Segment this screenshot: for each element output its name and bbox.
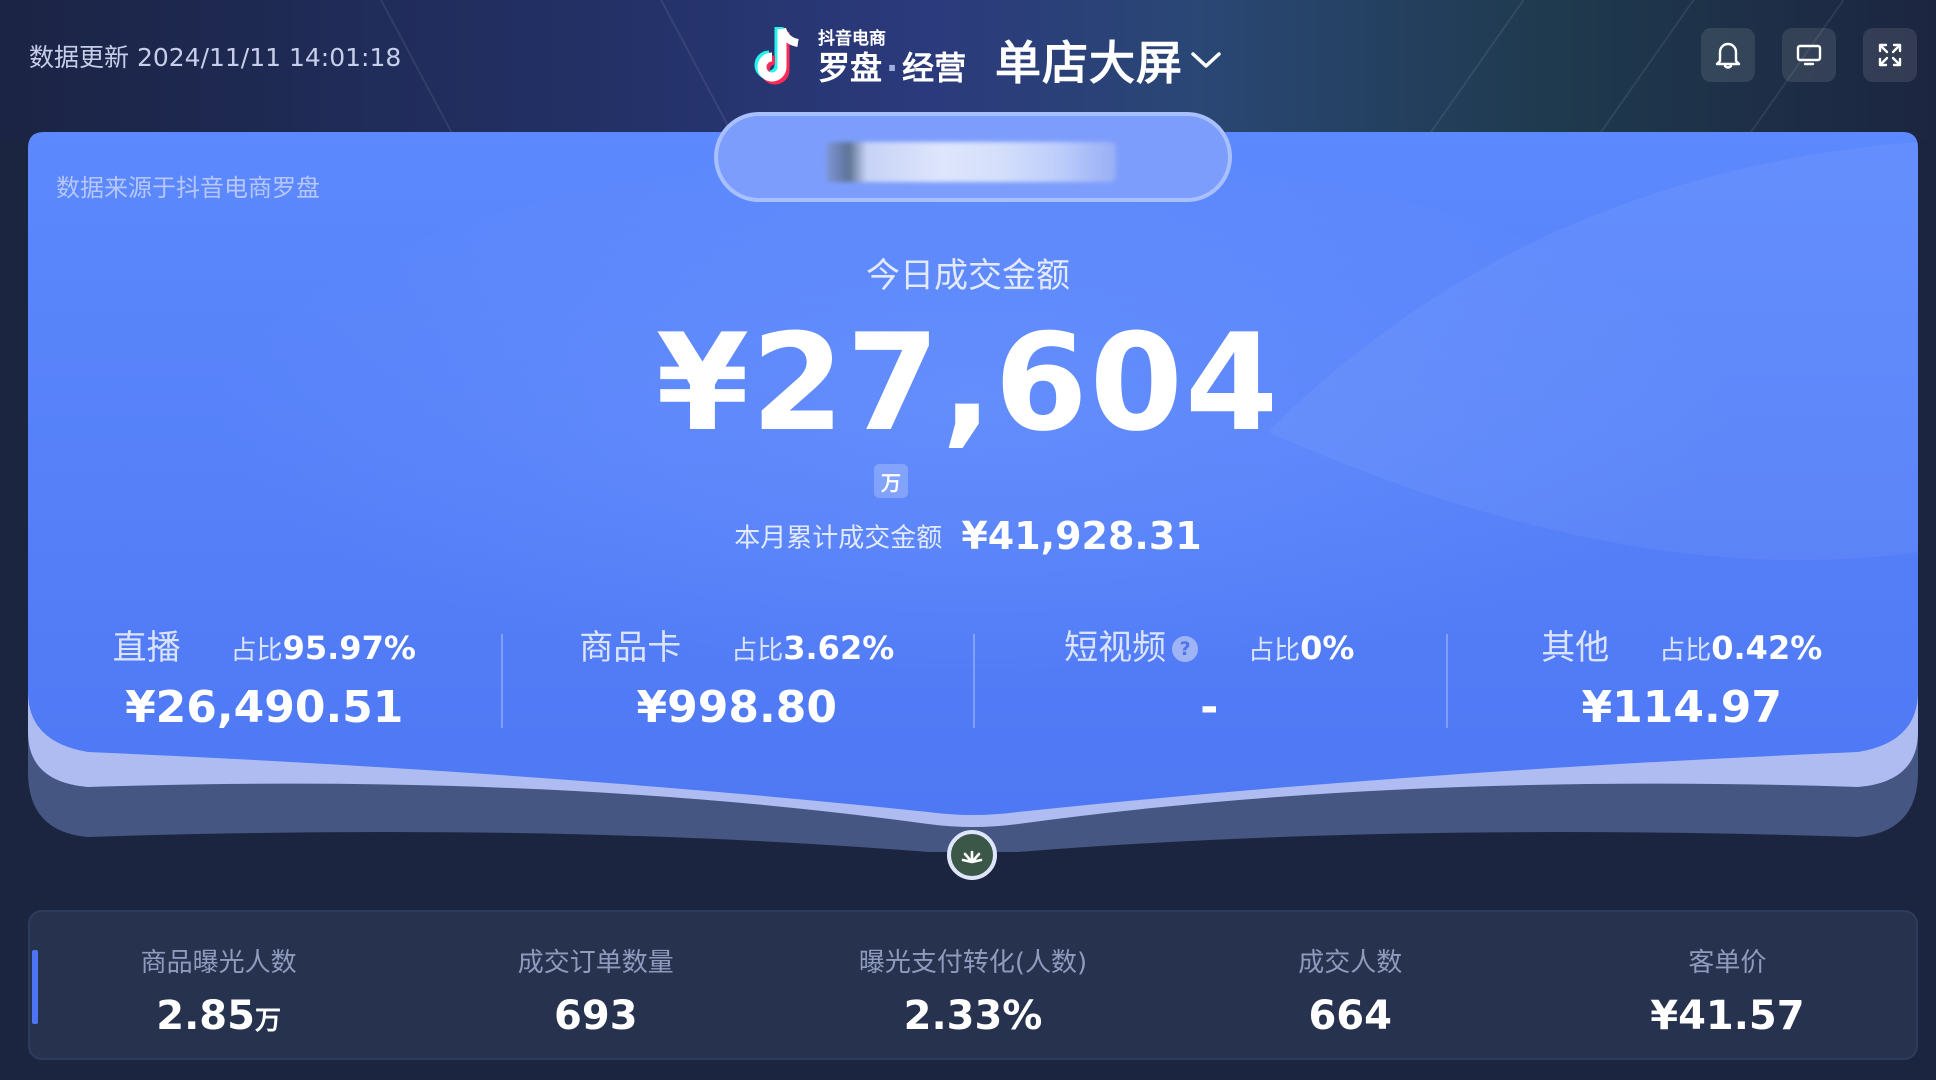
- shop-name-redacted: [826, 142, 1116, 182]
- metric-value: 2.33%: [903, 993, 1043, 1039]
- channel-amount: -: [1200, 682, 1219, 733]
- fullscreen-icon: [1878, 43, 1902, 67]
- sales-overview-card: [28, 132, 1918, 852]
- metric-buyer-count: 成交人数 664: [1162, 912, 1539, 1058]
- channel-name: 短视频: [1064, 628, 1167, 668]
- center-badge: [947, 830, 997, 880]
- metric-value: 664: [1308, 993, 1392, 1039]
- channel-share-value: 95.97%: [282, 629, 416, 667]
- shop-name-pill[interactable]: [714, 112, 1232, 202]
- channel-other: 其他 占比 0.42% ¥114.97: [1445, 620, 1919, 740]
- channel-share-value: 0.42%: [1711, 629, 1823, 667]
- metric-number: 2.85: [156, 993, 255, 1039]
- brand: 抖音电商 罗盘 · 经营: [752, 22, 966, 92]
- card-shape: [28, 132, 1918, 852]
- metric-order-count: 成交订单数量 693: [407, 912, 784, 1058]
- metrics-accent-bar: [32, 950, 38, 1024]
- channel-share-label: 占比: [731, 636, 784, 666]
- channel-live: 直播 占比 95.97% ¥26,490.51: [28, 620, 501, 740]
- channel-share-label: 占比: [1659, 636, 1712, 666]
- data-source-note: 数据来源于抖音电商罗盘: [56, 174, 320, 202]
- metric-label: 曝光支付转化(人数): [858, 948, 1088, 978]
- metric-avg-order-value: 客单价 ¥41.57: [1539, 912, 1916, 1058]
- brand-name-b: 经营: [902, 48, 967, 87]
- channel-share-value: 3.62%: [783, 629, 895, 667]
- chevron-down-icon: [1191, 52, 1221, 68]
- flower-icon: [961, 850, 983, 864]
- channel-name: 商品卡: [579, 628, 682, 668]
- channel-amount: ¥26,490.51: [125, 682, 404, 733]
- douyin-logo-icon: [754, 27, 799, 85]
- channel-amount: ¥998.80: [636, 682, 837, 733]
- metric-value: 693: [554, 993, 638, 1039]
- monitor-icon: [1796, 44, 1822, 66]
- brand-small-text: 抖音电商: [818, 28, 886, 49]
- today-sales-amount: ¥27,604: [655, 305, 1281, 461]
- channel-short-video: 短视频? 占比 0% -: [973, 620, 1446, 740]
- month-total-label: 本月累计成交金额: [734, 523, 943, 554]
- metric-label: 客单价: [1688, 948, 1767, 978]
- channel-breakdown: 直播 占比 95.97% ¥26,490.51 商品卡 占比 3.62% ¥998.…: [28, 620, 1918, 740]
- metrics-panel: 商品曝光人数 2.85万 成交订单数量 693 曝光支付转化(人数) 2.33%…: [28, 910, 1918, 1060]
- help-icon[interactable]: ?: [1172, 636, 1199, 662]
- channel-name: 直播: [112, 628, 181, 668]
- fullscreen-button[interactable]: [1863, 28, 1917, 82]
- month-total-value: ¥41,928.31: [961, 514, 1202, 558]
- bell-icon: [1715, 42, 1741, 69]
- today-sales-label: 今日成交金额: [866, 256, 1070, 296]
- brand-dot: ·: [886, 48, 899, 87]
- metric-conversion-rate: 曝光支付转化(人数) 2.33%: [784, 912, 1161, 1058]
- metric-value: ¥41.57: [1650, 993, 1805, 1039]
- channel-share-value: 0%: [1300, 629, 1355, 667]
- channel-product-card: 商品卡 占比 3.62% ¥998.80: [500, 620, 974, 740]
- channel-name: 其他: [1541, 628, 1610, 668]
- channel-share-label: 占比: [230, 636, 283, 666]
- channel-share-label: 占比: [1248, 636, 1301, 666]
- metric-value: 2.85万: [30, 993, 407, 1039]
- month-total-row: 本月累计成交金额 ¥41,928.31: [0, 514, 1936, 558]
- screen-title: 单店大屏: [995, 36, 1183, 90]
- notification-button[interactable]: [1701, 28, 1755, 82]
- metric-unit: 万: [254, 1006, 281, 1036]
- update-time: 数据更新 2024/11/11 14:01:18: [29, 43, 402, 72]
- metric-exposure-users: 商品曝光人数 2.85万: [30, 912, 407, 1058]
- metric-label: 商品曝光人数: [140, 948, 297, 978]
- screen-selector[interactable]: 单店大屏: [995, 27, 1223, 93]
- brand-name-a: 罗盘: [818, 48, 883, 87]
- metric-label: 成交订单数量: [517, 948, 674, 978]
- unit-toggle-badge[interactable]: 万: [874, 464, 908, 498]
- display-button[interactable]: [1782, 28, 1836, 82]
- metric-label: 成交人数: [1298, 948, 1403, 978]
- brand-name: 罗盘 · 经营: [818, 52, 966, 84]
- channel-amount: ¥114.97: [1581, 682, 1782, 733]
